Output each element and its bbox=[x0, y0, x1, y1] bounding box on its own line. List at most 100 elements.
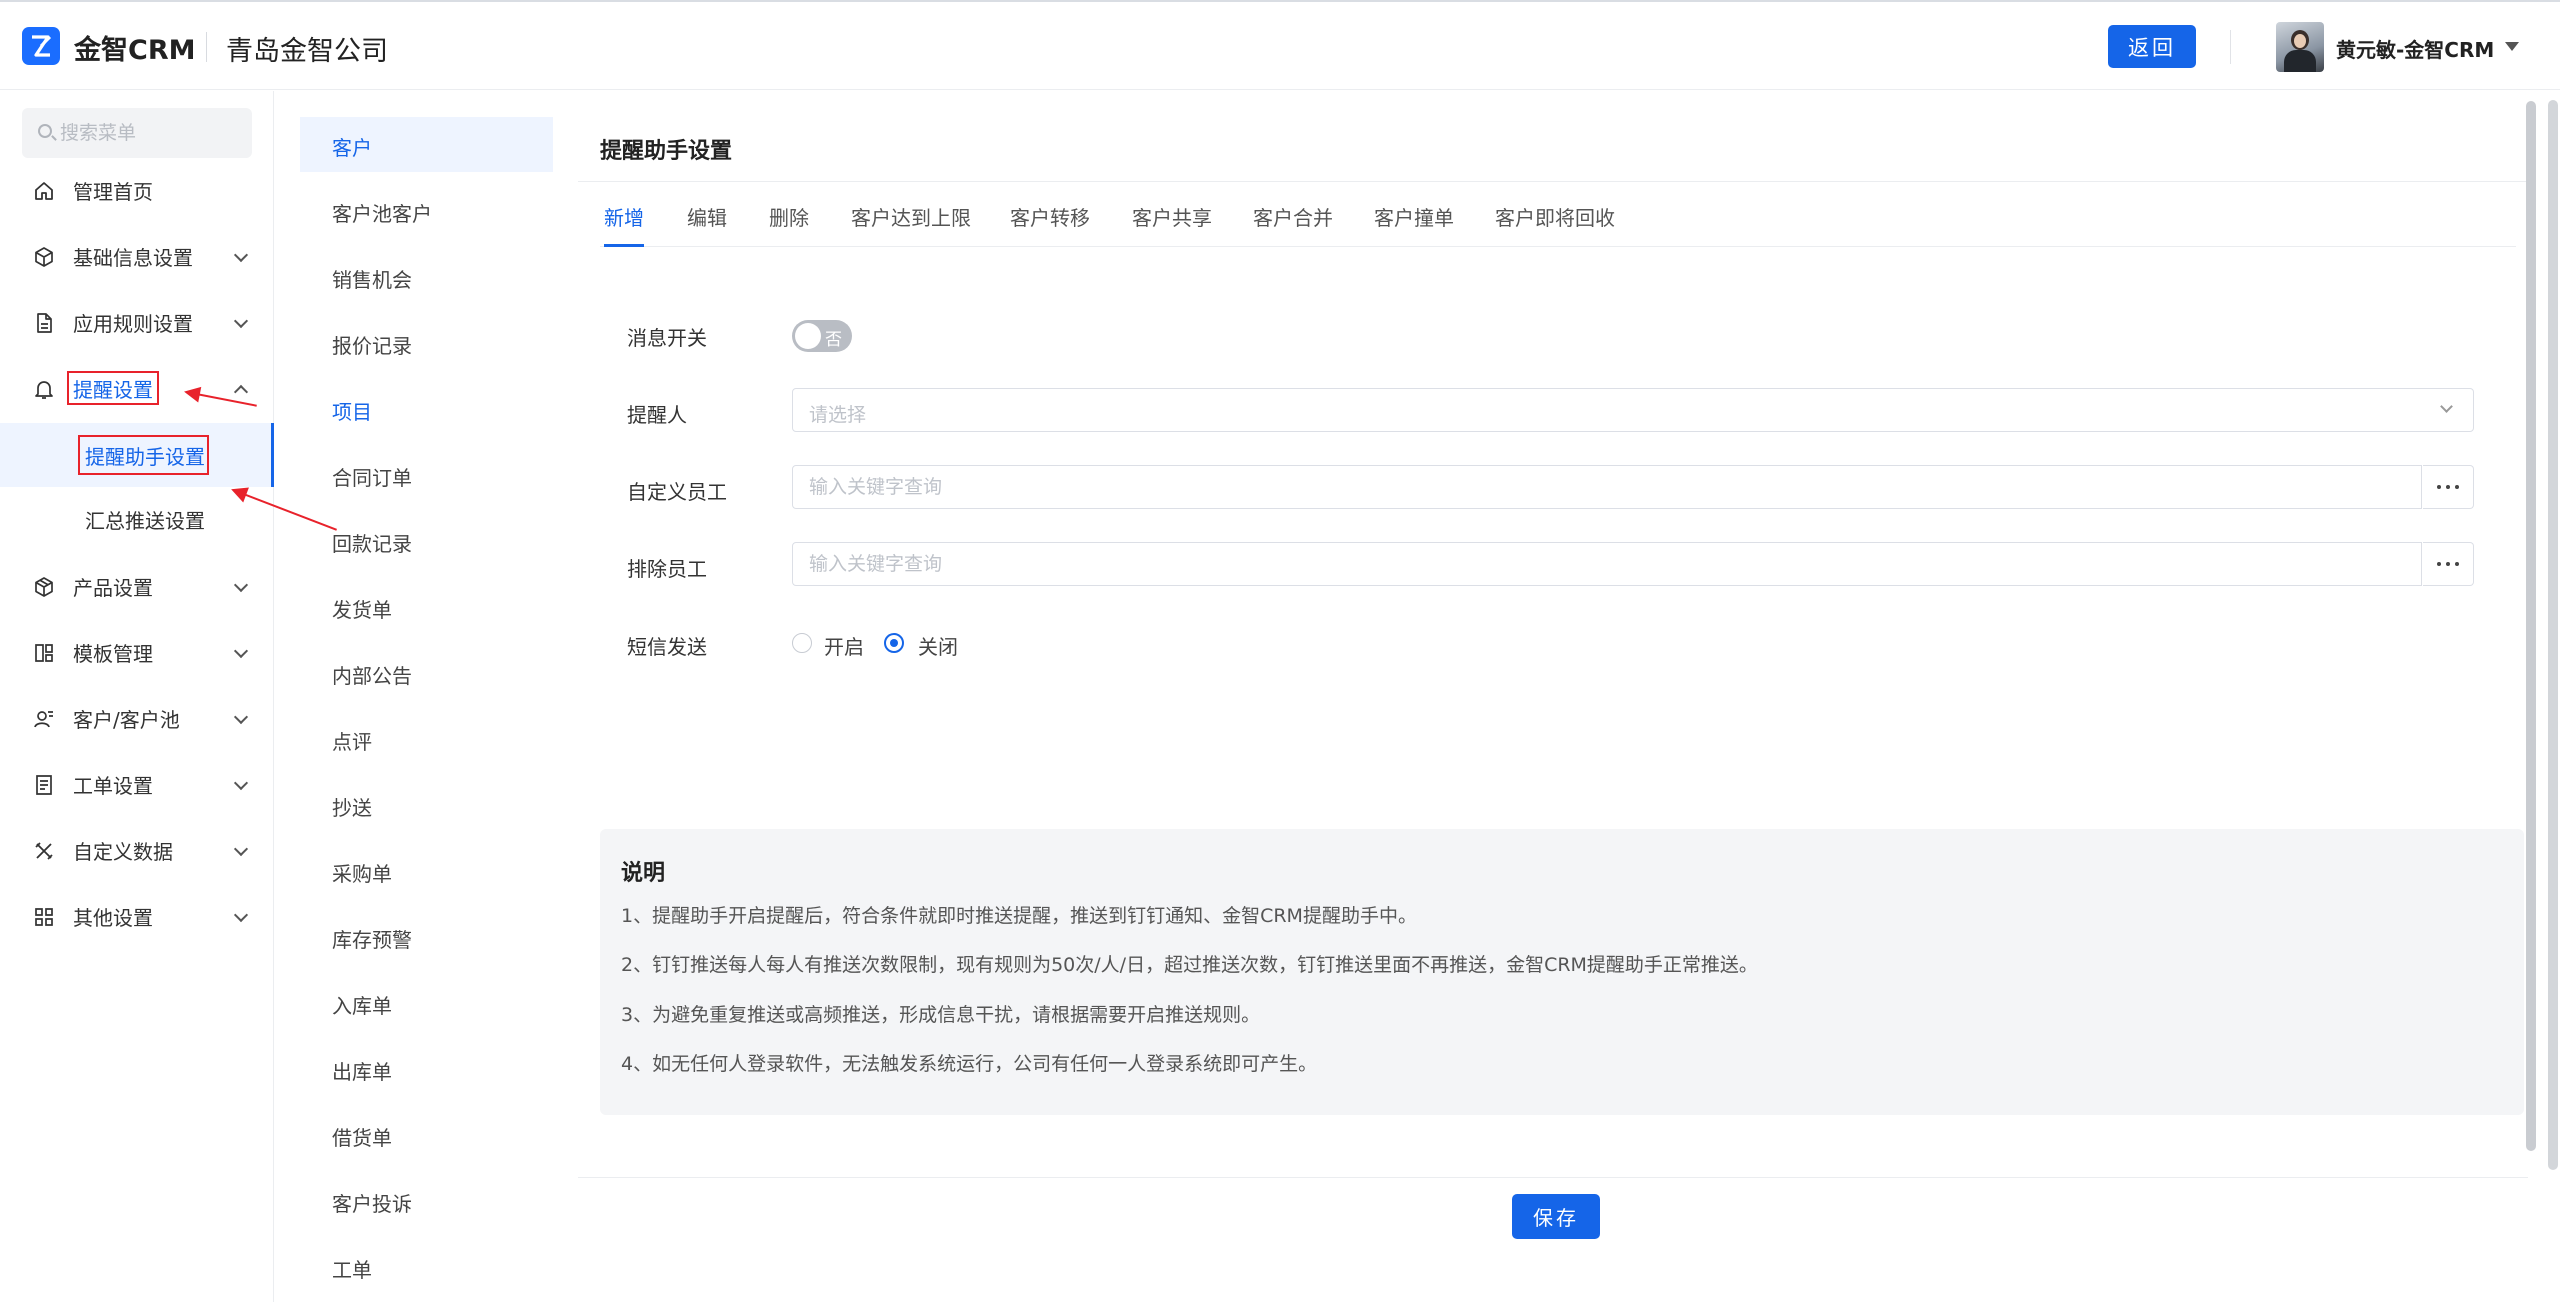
content-scrollbar[interactable] bbox=[2524, 101, 2538, 1281]
page-scrollbar[interactable] bbox=[2548, 100, 2558, 1170]
page-title: 提醒助手设置 bbox=[600, 139, 733, 164]
subnav-item[interactable]: 项目 bbox=[300, 381, 553, 436]
chevron-down-icon bbox=[233, 841, 249, 857]
sidebar-item-customers[interactable]: 客户/客户池 bbox=[0, 693, 274, 743]
avatar[interactable] bbox=[2276, 22, 2324, 72]
tab-delete[interactable]: 删除 bbox=[769, 202, 809, 231]
custom-staff-input[interactable] bbox=[792, 465, 2422, 509]
search-input[interactable] bbox=[60, 108, 250, 158]
divider bbox=[578, 181, 2528, 182]
notes-line: 2、钉钉推送每人每人有推送次数限制，现有规则为50次/人/日，超过推送次数，钉钉… bbox=[621, 954, 1758, 976]
subnav-item[interactable]: 客户池客户 bbox=[300, 183, 553, 238]
subnav-item[interactable]: 出库单 bbox=[300, 1041, 553, 1096]
subnav-item[interactable]: 采购单 bbox=[300, 843, 553, 898]
sidebar-item-product[interactable]: 产品设置 bbox=[0, 561, 274, 611]
sms-off-radio[interactable] bbox=[884, 633, 904, 653]
cube-icon bbox=[35, 247, 53, 267]
chevron-down-icon bbox=[233, 643, 249, 659]
tab-customer-merge[interactable]: 客户合并 bbox=[1253, 202, 1333, 231]
subnav-item[interactable]: 合同订单 bbox=[300, 447, 553, 502]
tab-customer-transfer[interactable]: 客户转移 bbox=[1010, 202, 1090, 231]
sidebar-item-basic-info[interactable]: 基础信息设置 bbox=[0, 231, 274, 281]
box-icon bbox=[35, 577, 53, 597]
sidebar-subitem-summary-push[interactable]: 汇总推送设置 bbox=[0, 487, 274, 551]
sidebar-item-templates[interactable]: 模板管理 bbox=[0, 627, 274, 677]
chevron-down-icon bbox=[233, 775, 249, 791]
subnav-item[interactable]: 回款记录 bbox=[300, 513, 553, 568]
tab-edit[interactable]: 编辑 bbox=[687, 202, 727, 231]
notes-title: 说明 bbox=[621, 861, 666, 886]
message-switch-toggle[interactable]: 否 bbox=[792, 320, 852, 352]
reminder-select[interactable]: 请选择 bbox=[792, 388, 2474, 432]
tab-customer-collision[interactable]: 客户撞单 bbox=[1374, 202, 1454, 231]
subnav-item[interactable]: 借货单 bbox=[300, 1107, 553, 1162]
more-options-button[interactable] bbox=[2423, 542, 2474, 586]
subnav-item[interactable]: 报价记录 bbox=[300, 315, 553, 370]
subnav-item[interactable]: 客户 bbox=[300, 117, 553, 172]
subnav-item[interactable]: 抄送 bbox=[300, 777, 553, 832]
caret-down-icon[interactable] bbox=[2505, 42, 2519, 51]
subnav-item[interactable]: 点评 bbox=[300, 711, 553, 766]
sidebar: 管理首页 基础信息设置 应用规则设置 提醒设置 提醒助手设置 汇总推送设置 bbox=[0, 91, 337, 1302]
sidebar-item-label: 自定义数据 bbox=[73, 839, 173, 864]
chevron-down-icon bbox=[233, 247, 249, 263]
subnav-item[interactable]: 销售机会 bbox=[300, 249, 553, 304]
ticket-icon bbox=[36, 775, 52, 795]
divider bbox=[578, 1177, 2528, 1178]
more-options-button[interactable] bbox=[2423, 465, 2474, 509]
sidebar-item-label: 模板管理 bbox=[73, 641, 153, 666]
sidebar-item-app-rules[interactable]: 应用规则设置 bbox=[0, 297, 274, 347]
subnav-item[interactable]: 库存预警 bbox=[300, 909, 553, 964]
tab-customer-limit[interactable]: 客户达到上限 bbox=[851, 202, 971, 231]
chevron-down-icon bbox=[233, 313, 249, 329]
subnav-item[interactable]: 入库单 bbox=[300, 975, 553, 1030]
brand-name: 金智CRM bbox=[74, 35, 196, 66]
notes-line: 4、如无任何人登录软件，无法触发系统运行，公司有任何一人登录系统即可产生。 bbox=[621, 1053, 1318, 1075]
sidebar-item-label: 工单设置 bbox=[73, 773, 153, 798]
scrollbar-thumb[interactable] bbox=[2526, 101, 2536, 1151]
subnav-item[interactable]: 工单 bbox=[300, 1239, 553, 1294]
form-label: 排除员工 bbox=[627, 557, 707, 581]
save-button[interactable]: 保存 bbox=[1512, 1194, 1600, 1239]
tab-add[interactable]: 新增 bbox=[604, 202, 644, 231]
main-content: 提醒助手设置 新增 编辑 删除 客户达到上限 客户转移 客户共享 客户合并 客户… bbox=[578, 91, 2560, 1302]
back-button[interactable]: 返回 bbox=[2108, 25, 2196, 68]
chevron-down-icon bbox=[233, 709, 249, 725]
top-header: 金智CRM 青岛金智公司 返回 黄元敏-金智CRM bbox=[0, 0, 2560, 90]
tabs-divider bbox=[600, 246, 2516, 247]
document-icon bbox=[37, 313, 52, 333]
user-name[interactable]: 黄元敏-金智CRM bbox=[2336, 34, 2494, 63]
radio-label[interactable]: 关闭 bbox=[918, 631, 958, 660]
notes-panel: 说明 1、提醒助手开启提醒后，符合条件就即时推送提醒，推送到钉钉通知、金智CRM… bbox=[600, 829, 2524, 1115]
toggle-knob bbox=[795, 323, 821, 349]
subnav-item[interactable]: 客户投诉 bbox=[300, 1173, 553, 1228]
chevron-down-icon bbox=[233, 907, 249, 923]
sidebar-item-label: 客户/客户池 bbox=[73, 707, 180, 732]
sidebar-item-custom-data[interactable]: 自定义数据 bbox=[0, 825, 274, 875]
user-card-icon bbox=[34, 711, 53, 728]
subnav-item[interactable]: 发货单 bbox=[300, 579, 553, 634]
exclude-staff-input[interactable] bbox=[792, 542, 2422, 586]
radio-label[interactable]: 开启 bbox=[824, 631, 864, 660]
chevron-down-icon bbox=[233, 577, 249, 593]
grid-icon bbox=[35, 908, 53, 926]
sms-on-radio[interactable] bbox=[792, 633, 812, 653]
sidebar-item-other[interactable]: 其他设置 bbox=[0, 891, 274, 941]
sidebar-item-home[interactable]: 管理首页 bbox=[0, 165, 274, 215]
tab-customer-recycle[interactable]: 客户即将回收 bbox=[1495, 202, 1615, 231]
toggle-state-text: 否 bbox=[825, 330, 842, 350]
company-name: 青岛金智公司 bbox=[226, 36, 388, 67]
template-icon bbox=[35, 644, 53, 662]
sidebar-item-label: 管理首页 bbox=[73, 179, 153, 204]
menu-search[interactable] bbox=[22, 108, 252, 158]
subnav-item[interactable]: 内部公告 bbox=[300, 645, 553, 700]
sidebar-item-tickets[interactable]: 工单设置 bbox=[0, 759, 274, 809]
annotation-highlight-box bbox=[67, 371, 159, 405]
sidebar-item-label: 其他设置 bbox=[73, 905, 153, 930]
form-label: 提醒人 bbox=[627, 403, 687, 427]
notes-line: 1、提醒助手开启提醒后，符合条件就即时推送提醒，推送到钉钉通知、金智CRM提醒助… bbox=[621, 905, 1417, 927]
form-label: 消息开关 bbox=[627, 326, 707, 350]
annotation-highlight-box bbox=[78, 435, 209, 475]
tab-customer-share[interactable]: 客户共享 bbox=[1132, 202, 1212, 231]
active-tab-indicator bbox=[604, 244, 644, 247]
